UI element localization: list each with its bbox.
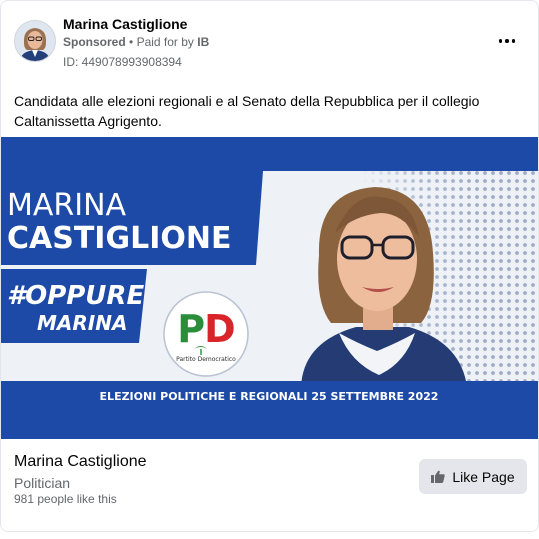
- ad-creative-image[interactable]: PD MARINA CASTIGLIONE #OPPURE MARINA Par…: [1, 137, 538, 439]
- creative-banner-text: ELEZIONI POLITICHE E REGIONALI 25 SETTEM…: [100, 390, 439, 403]
- page-avatar[interactable]: [14, 20, 56, 62]
- footer-likes-count: 981 people like this: [14, 492, 117, 506]
- more-horizontal-icon-dot: [511, 39, 516, 43]
- creative-hashtag-line2: MARINA: [37, 311, 127, 335]
- footer-page-name[interactable]: Marina Castiglione: [14, 453, 147, 471]
- more-horizontal-icon: [498, 39, 503, 43]
- more-options-button[interactable]: [495, 29, 519, 53]
- page-footer: Marina Castiglione Politician 981 people…: [1, 439, 538, 531]
- creative-first-name: MARINA: [7, 188, 127, 223]
- post-header: Marina Castiglione Sponsored • Paid for …: [1, 1, 538, 81]
- creative-text-layer: MARINA CASTIGLIONE #OPPURE MARINA Partit…: [7, 188, 439, 403]
- ad-id: ID: 449078993908394: [63, 55, 182, 69]
- sponsored-label: Sponsored: [63, 35, 126, 49]
- creative-last-name: CASTIGLIONE: [7, 221, 231, 256]
- paid-for-prefix: Paid for by: [136, 35, 194, 49]
- paid-for-name[interactable]: IB: [197, 35, 209, 49]
- pd-logo-caption: Partito Democratico: [176, 356, 236, 363]
- thumbs-up-icon: [431, 470, 446, 483]
- more-horizontal-icon-dot: [505, 39, 509, 43]
- meta-separator: •: [129, 35, 134, 49]
- like-page-label: Like Page: [452, 468, 515, 485]
- sponsored-post-card: Marina Castiglione Sponsored • Paid for …: [0, 0, 539, 532]
- post-text: Candidata alle elezioni regionali e al S…: [14, 93, 480, 129]
- sponsored-meta: Sponsored • Paid for by IB: [63, 35, 209, 49]
- page-name-link[interactable]: Marina Castiglione: [63, 16, 187, 32]
- footer-category: Politician: [14, 475, 71, 491]
- creative-hashtag-line1: #OPPURE: [7, 281, 144, 311]
- like-page-button[interactable]: Like Page: [419, 459, 527, 494]
